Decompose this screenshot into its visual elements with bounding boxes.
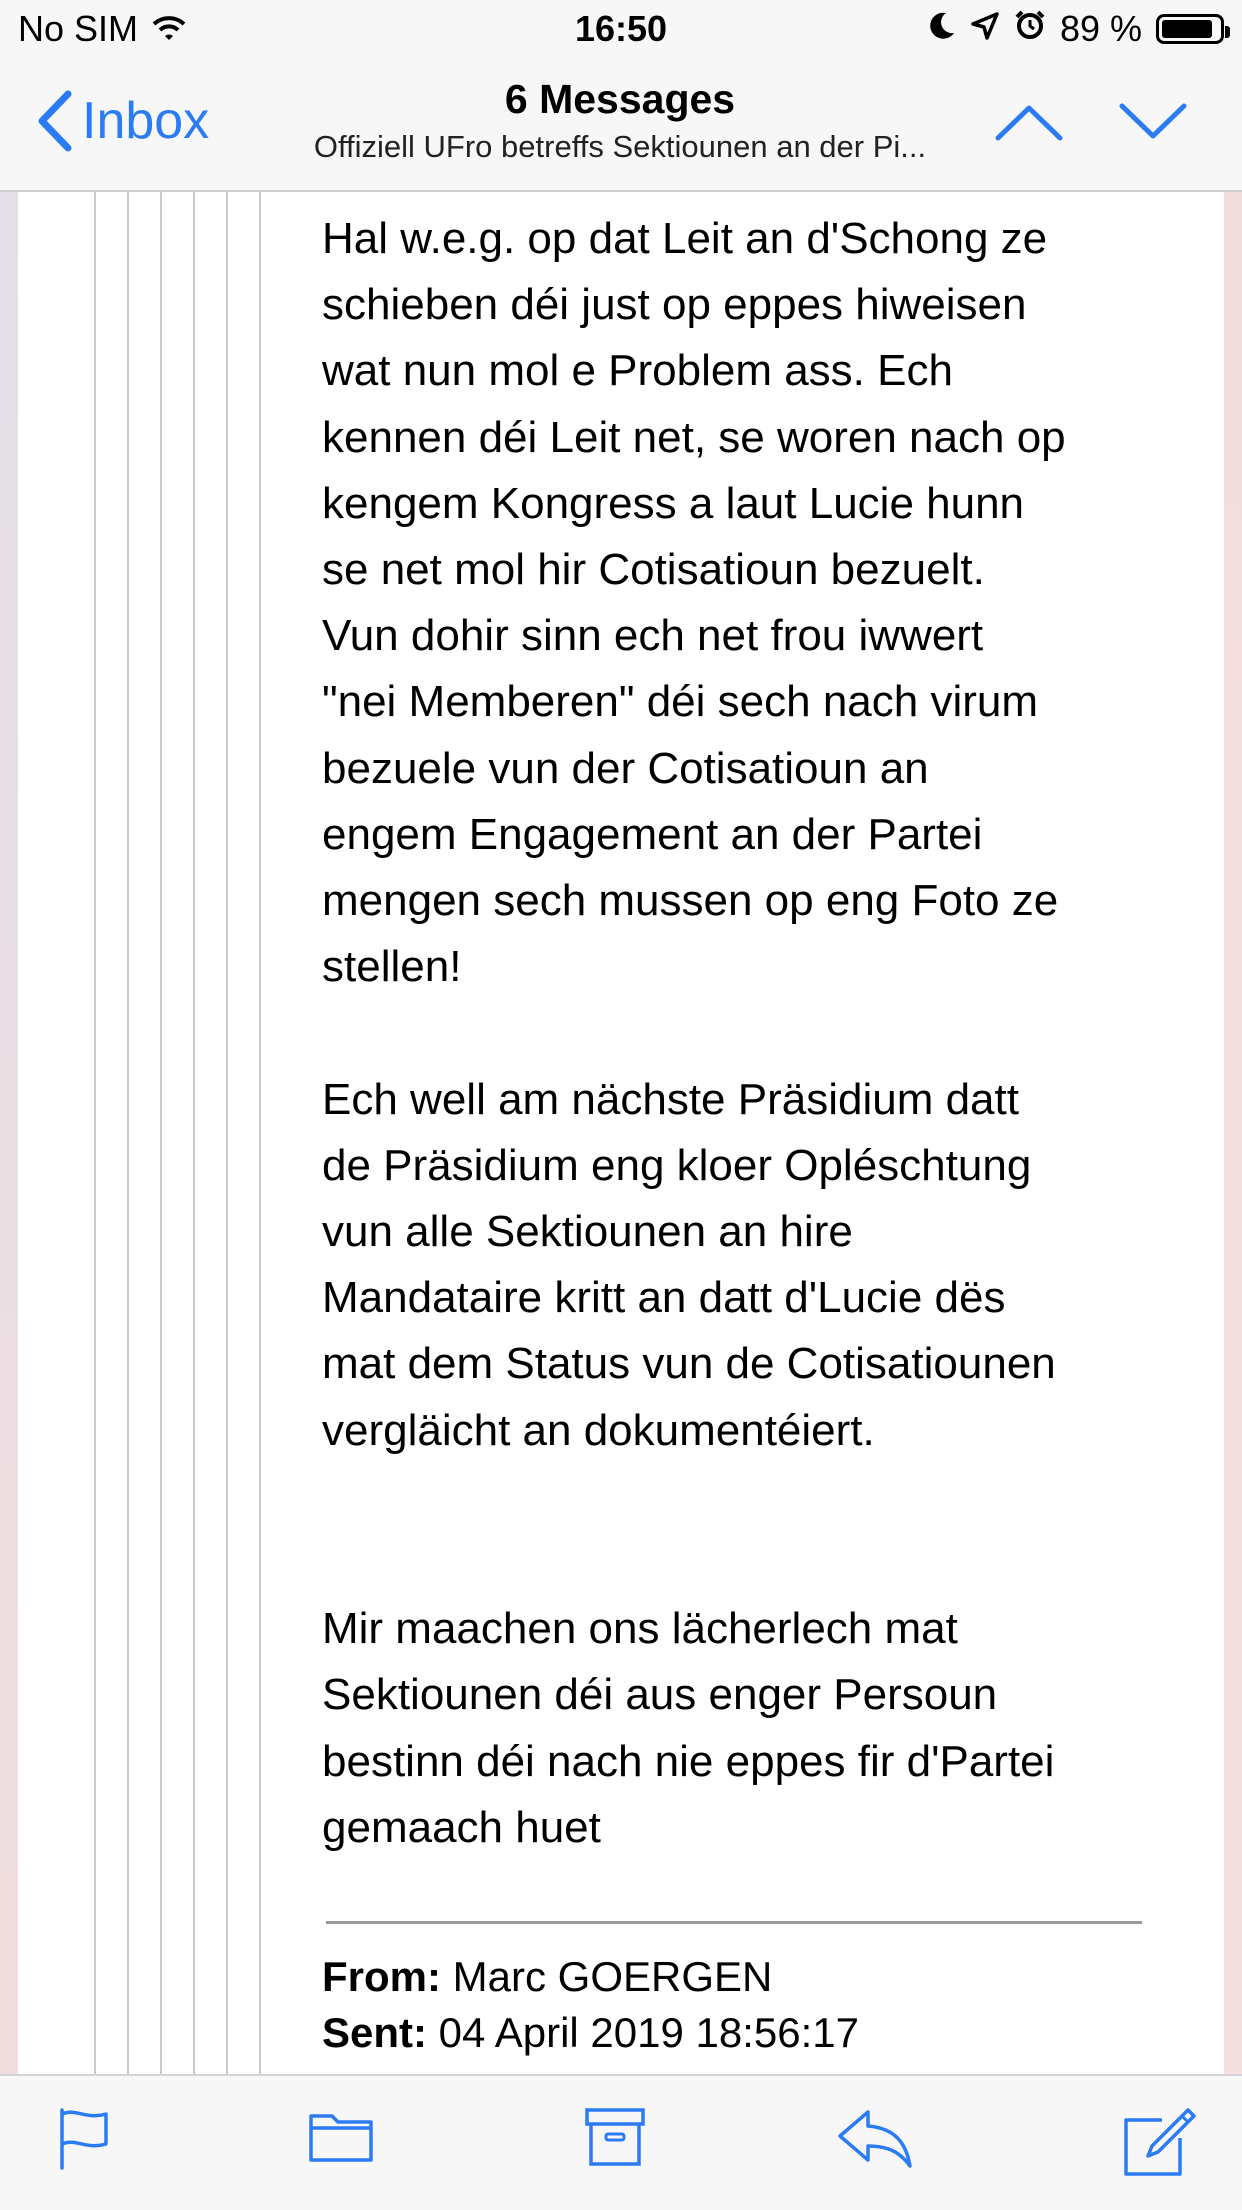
battery-icon [1156, 14, 1230, 44]
back-to-inbox-button[interactable]: Inbox [36, 90, 209, 152]
quote-line [193, 192, 195, 2074]
compose-button[interactable] [1122, 2106, 1198, 2183]
archive-icon [585, 2108, 645, 2166]
thread-subject: Offiziell UFro betreffs Sektiounen an de… [313, 129, 927, 164]
previous-message-button[interactable] [994, 102, 1064, 147]
paragraph: Hal w.e.g. op dat Leit an d'Schong ze sc… [322, 214, 1066, 992]
battery-level [1162, 20, 1212, 38]
from-label: From: [322, 1953, 441, 2000]
from-header: From: Marc GOERGEN [322, 1953, 772, 2001]
move-to-folder-button[interactable] [308, 2106, 374, 2169]
next-message-button[interactable] [1118, 102, 1188, 147]
back-label: Inbox [82, 92, 210, 150]
from-value: Marc GOERGEN [452, 1953, 773, 2000]
message-body[interactable]: Hal w.e.g. op dat Leit an d'Schong ze sc… [0, 192, 1242, 2074]
left-edge [0, 192, 18, 2074]
right-edge [1224, 192, 1242, 2074]
chevron-left-icon [38, 90, 72, 152]
sent-header: Sent: 04 April 2019 18:56:17 [322, 2009, 859, 2057]
archive-button[interactable] [584, 2106, 646, 2173]
compose-icon [1124, 2108, 1196, 2176]
battery-percent: 89 % [1059, 8, 1142, 49]
sent-value: 04 April 2019 18:56:17 [438, 2009, 860, 2056]
quote-line [160, 192, 162, 2074]
navigation-bar: Inbox 6 Messages Offiziell UFro betreffs… [0, 62, 1242, 192]
message-text: Hal w.e.g. op dat Leit an d'Schong ze sc… [322, 206, 1162, 1861]
moon-icon [928, 8, 956, 50]
quote-line [226, 192, 228, 2074]
alarm-icon [1014, 8, 1046, 50]
quote-line [259, 192, 261, 2074]
page-title: 6 Messages [504, 76, 736, 122]
quote-line [94, 192, 96, 2074]
flag-icon [60, 2108, 108, 2170]
paragraph: Mir maachen ons lächerlech mat Sektioune… [322, 1604, 1055, 1852]
status-bar: No SIM 16:50 89 % [0, 0, 1242, 62]
reply-button[interactable] [836, 2106, 914, 2173]
quote-line [127, 192, 129, 2074]
location-icon [970, 8, 1000, 50]
folder-icon [309, 2114, 373, 2162]
flag-button[interactable] [56, 2106, 114, 2177]
quote-separator [326, 1921, 1142, 1924]
bottom-toolbar [0, 2074, 1242, 2210]
chevron-down-icon [1119, 103, 1187, 139]
reply-icon [838, 2110, 912, 2168]
sent-label: Sent: [322, 2009, 427, 2056]
paragraph: Ech well am nächste Präsidium datt de Pr… [322, 1074, 1056, 1455]
chevron-up-icon [995, 105, 1063, 141]
